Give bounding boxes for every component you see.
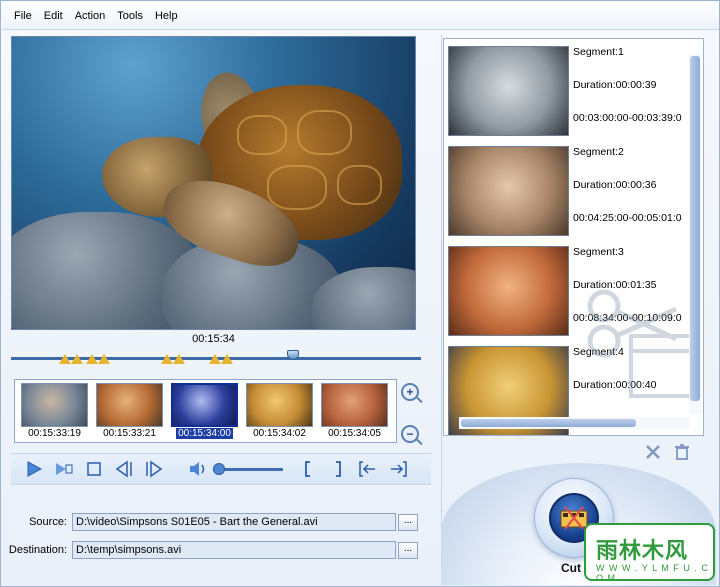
frame-thumbnail-time: 00:15:34:05 — [328, 428, 381, 439]
segment-range: 00:03:00:00-00:03:39:0 — [573, 112, 682, 124]
source-label: Source: — [29, 516, 67, 528]
frame-thumbnail[interactable]: 00:15:34:00 — [169, 383, 240, 439]
segment-thumbnail — [448, 246, 569, 336]
mark-in-icon[interactable] — [297, 459, 319, 479]
play-segment-icon[interactable] — [53, 459, 75, 479]
segment-list-vertical-scrollbar[interactable] — [689, 54, 701, 414]
horizontal-scroll-thumb[interactable] — [461, 419, 636, 427]
segment-marker[interactable] — [161, 354, 173, 364]
zoom-out-icon[interactable]: − — [401, 425, 419, 443]
menu-tools[interactable]: Tools — [111, 2, 149, 30]
segment-thumbnail — [448, 146, 569, 236]
frame-thumbnail-image — [96, 383, 163, 427]
destination-browse-button[interactable]: ... — [398, 542, 418, 559]
segment-duration: Duration:00:00:39 — [573, 79, 657, 91]
scissors-watermark-icon — [587, 289, 693, 398]
playback-controls — [11, 453, 431, 485]
delete-all-segments-icon[interactable] — [672, 443, 692, 461]
zoom-in-icon[interactable]: + — [401, 383, 419, 401]
play-icon[interactable] — [23, 459, 45, 479]
segment-marker[interactable] — [173, 354, 185, 364]
segment-title: Segment:2 — [573, 146, 624, 158]
segment-range: 00:04:25:00-00:05:01:0 — [573, 212, 682, 224]
segment-marker[interactable] — [71, 354, 83, 364]
segment-marker[interactable] — [86, 354, 98, 364]
frame-thumbnail-time: 00:15:33:21 — [103, 428, 156, 439]
frame-thumbnail[interactable]: 00:15:33:19 — [19, 383, 90, 439]
source-path-field[interactable]: D:\video\Simpsons S01E05 - Bart the Gene… — [72, 513, 396, 531]
segment-list-horizontal-scrollbar[interactable] — [459, 417, 689, 429]
segment-thumbnail — [448, 46, 569, 136]
menu-help[interactable]: Help — [149, 2, 184, 30]
watermark-text: 雨林木风 — [596, 538, 689, 563]
menu-bar: File Edit Action Tools Help — [2, 2, 719, 30]
timeline[interactable] — [11, 350, 421, 372]
frame-thumbnail[interactable]: 00:15:34:05 — [319, 383, 390, 439]
segment-title: Segment:1 — [573, 46, 624, 58]
destination-label: Destination: — [8, 544, 67, 556]
segment-item[interactable]: Segment:2 Duration:00:00:36 00:04:25:00-00… — [448, 143, 698, 238]
frame-thumbnail-time: 00:15:33:19 — [28, 428, 81, 439]
watermark-url: W W W . Y L M F U . C O M — [596, 563, 709, 583]
segment-duration: Duration:00:00:36 — [573, 179, 657, 191]
segment-info: Segment:2 Duration:00:00:36 00:04:25:00-00… — [573, 145, 703, 244]
menu-file[interactable]: File — [8, 2, 38, 30]
next-frame-icon[interactable] — [143, 459, 165, 479]
destination-path-field[interactable]: D:\temp\simpsons.avi — [72, 541, 396, 559]
segment-marker[interactable] — [221, 354, 233, 364]
frame-thumbnail-image — [246, 383, 313, 427]
segment-marker[interactable] — [59, 354, 71, 364]
frame-thumbnail-image — [21, 383, 88, 427]
menu-edit[interactable]: Edit — [38, 2, 69, 30]
segment-info: Segment:1 Duration:00:00:39 00:03:00:00-00… — [573, 45, 703, 144]
frame-thumbnail-image — [321, 383, 388, 427]
segment-item[interactable]: Segment:1 Duration:00:00:39 00:03:00:00-00… — [448, 43, 698, 138]
frame-thumbnail-time: 00:15:34:02 — [253, 428, 306, 439]
volume-knob[interactable] — [213, 462, 225, 475]
frame-thumbnail-strip: 00:15:33:19 00:15:33:21 00:15:34:00 00:15:3… — [14, 379, 397, 443]
current-time: 00:15:34 — [192, 333, 235, 345]
segment-marker[interactable] — [209, 354, 221, 364]
frame-thumbnail[interactable]: 00:15:34:02 — [244, 383, 315, 439]
menu-action[interactable]: Action — [69, 2, 112, 30]
segment-title: Segment:3 — [573, 246, 624, 258]
go-to-start-icon[interactable] — [357, 459, 379, 479]
vertical-scroll-thumb[interactable] — [690, 56, 700, 401]
cut-label: Cut — [561, 561, 581, 575]
volume-slider[interactable] — [213, 462, 283, 475]
source-browse-button[interactable]: ... — [398, 514, 418, 531]
frame-thumbnail-time: 00:15:34:00 — [176, 428, 233, 439]
app-window: File Edit Action Tools Help 00:15:34 00:… — [0, 0, 720, 587]
segment-actions — [443, 439, 704, 465]
segment-marker[interactable] — [98, 354, 110, 364]
site-watermark-logo: 雨林木风 W W W . Y L M F U . C O M — [584, 523, 715, 583]
previous-frame-icon[interactable] — [113, 459, 135, 479]
video-frame — [12, 37, 415, 329]
mark-out-icon[interactable] — [327, 459, 349, 479]
stop-icon[interactable] — [83, 459, 105, 479]
go-to-end-icon[interactable] — [387, 459, 409, 479]
remove-segment-icon[interactable] — [643, 443, 663, 461]
frame-thumbnail-image — [171, 383, 238, 427]
video-preview[interactable] — [11, 36, 416, 330]
frame-thumbnail[interactable]: 00:15:33:21 — [94, 383, 165, 439]
volume-icon[interactable] — [187, 459, 209, 479]
